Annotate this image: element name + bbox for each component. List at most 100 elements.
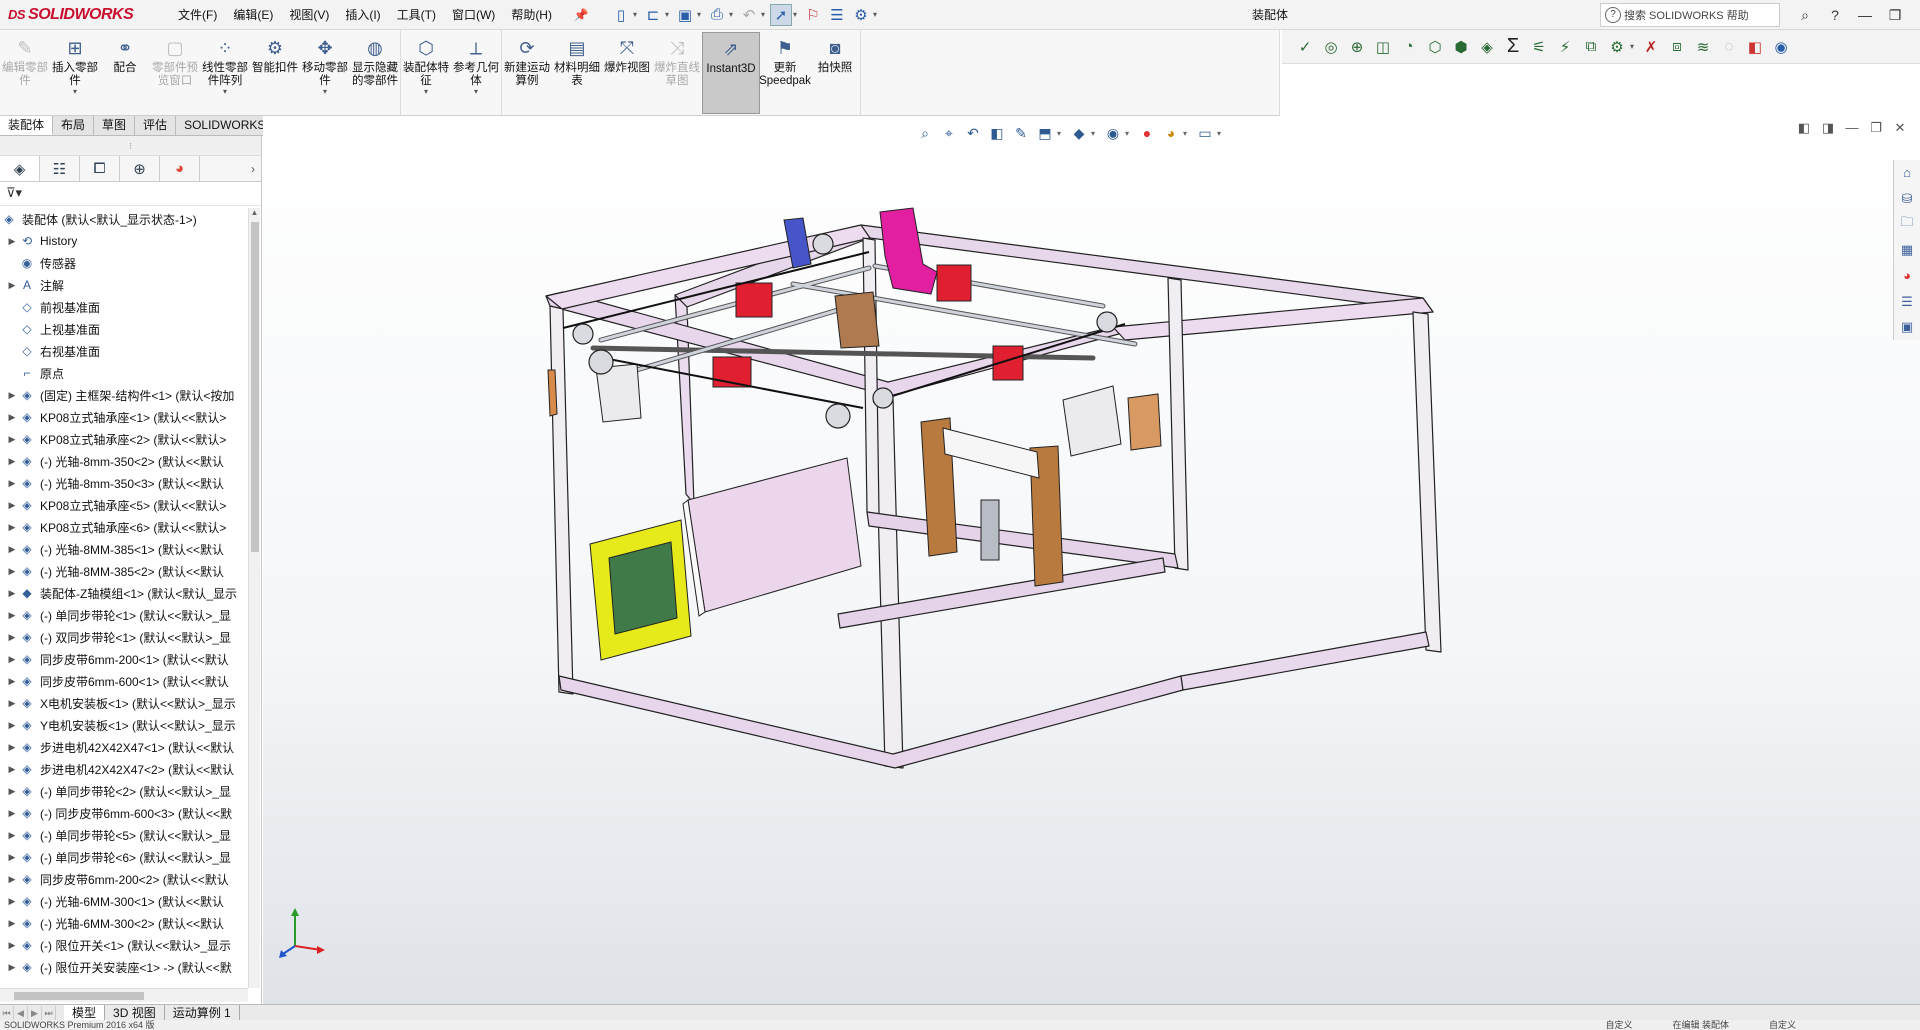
tree-vertical-scrollbar[interactable]: ▲	[248, 208, 260, 988]
expand-arrow-icon[interactable]: ▶	[6, 720, 18, 731]
sum-icon[interactable]: Σ	[1502, 35, 1524, 58]
tree-item[interactable]: ▶ ⟲ History	[0, 230, 248, 252]
menu-item[interactable]: 视图(V)	[281, 0, 337, 30]
tree-item[interactable]: ◇ 右视基准面	[0, 340, 248, 362]
section-properties-icon[interactable]: ⬢	[1450, 36, 1472, 58]
tree-horizontal-scrollbar[interactable]	[0, 988, 248, 1002]
draft-analysis-icon[interactable]: ⚡	[1554, 36, 1576, 58]
expand-arrow-icon[interactable]: ▶	[6, 500, 18, 511]
exploded-view-button[interactable]: ⤧ 爆炸视图	[602, 32, 652, 114]
chevron-right-icon[interactable]: ›	[251, 162, 261, 176]
expand-arrow-icon[interactable]: ▶	[6, 434, 18, 445]
expand-arrow-icon[interactable]: ▶	[6, 830, 18, 841]
print-icon[interactable]: ⎙	[706, 4, 728, 26]
chevron-down-icon[interactable]: ▾	[474, 88, 478, 96]
tree-item[interactable]: ◇ 上视基准面	[0, 318, 248, 340]
expand-arrow-icon[interactable]: ▶	[6, 896, 18, 907]
explode-line-button[interactable]: ⤨ 爆炸直线草图	[652, 32, 702, 114]
rebuild-icon[interactable]: ⚐	[802, 4, 824, 26]
expand-arrow-icon[interactable]: ▶	[6, 962, 18, 973]
chevron-down-icon[interactable]: ▾	[633, 10, 641, 19]
expand-arrow-icon[interactable]: ▶	[6, 522, 18, 533]
menu-item[interactable]: 工具(T)	[389, 0, 444, 30]
filter-icon[interactable]: ⊽▾	[0, 182, 261, 206]
tree-item[interactable]: ▶ ◈ (-) 同步皮带6mm-600<3> (默认<<默	[0, 802, 248, 824]
expand-arrow-icon[interactable]: ▶	[6, 588, 18, 599]
tree-item[interactable]: ▶ ◈ 步进电机42X42X47<2> (默认<<默认	[0, 758, 248, 780]
file-explorer-icon[interactable]: 🗀	[1896, 213, 1918, 235]
expand-arrow-icon[interactable]: ▶	[6, 940, 18, 951]
tree-item[interactable]: ▶ ◈ 同步皮带6mm-600<1> (默认<<默认	[0, 670, 248, 692]
expand-arrow-icon[interactable]: ▶	[6, 698, 18, 709]
status-units[interactable]: 自定义	[1605, 1020, 1632, 1030]
next-tab-icon[interactable]: ▶	[28, 1005, 42, 1020]
chevron-down-icon[interactable]: ▾	[1630, 42, 1638, 51]
expand-arrow-icon[interactable]: ▶	[6, 456, 18, 467]
save-icon[interactable]: ▣	[674, 4, 696, 26]
tree-root[interactable]: ◈ 装配体 (默认<默认_显示状态-1>)	[0, 208, 248, 230]
chevron-down-icon[interactable]: ▾	[793, 10, 801, 19]
zebra-stripes-icon[interactable]: ≋	[1692, 36, 1714, 58]
chevron-down-icon[interactable]: ▾	[873, 10, 881, 19]
tree-item[interactable]: ▶ ◈ (-) 单同步带轮<5> (默认<<默认>_显	[0, 824, 248, 846]
expand-arrow-icon[interactable]: ▶	[6, 632, 18, 643]
deviation-analysis-icon[interactable]: ⧈	[1666, 36, 1688, 58]
bottom-tab[interactable]: 运动算例 1	[165, 1004, 240, 1021]
curvature-icon[interactable]: ◌	[1718, 36, 1740, 58]
assembly-model[interactable]	[263, 116, 1920, 1004]
last-tab-icon[interactable]: ⏭	[42, 1005, 56, 1020]
help-search-input[interactable]: ? 搜索 SOLIDWORKS 帮助	[1600, 3, 1780, 27]
tree-item[interactable]: ▶ ◈ (-) 单同步带轮<6> (默认<<默认>_显	[0, 846, 248, 868]
menu-item[interactable]: 文件(F)	[170, 0, 225, 30]
insert-component-button[interactable]: ⊞ 插入零部件 ▾	[50, 32, 100, 114]
expand-arrow-icon[interactable]: ▶	[6, 566, 18, 577]
tree-item[interactable]: ⌐ 原点	[0, 362, 248, 384]
smart-fastener-button[interactable]: ⚙ 智能扣件	[250, 32, 300, 114]
view-palette-icon[interactable]: ▦	[1896, 239, 1918, 261]
chevron-down-icon[interactable]: ▾	[761, 10, 769, 19]
home-icon[interactable]: ⌂	[1896, 162, 1918, 184]
help-question-icon[interactable]: ?	[1820, 7, 1850, 23]
tree-item[interactable]: ▶ ◈ KP08立式轴承座<5> (默认<<默认>	[0, 494, 248, 516]
assembly-visualization-icon[interactable]: ⚙	[1606, 36, 1628, 58]
tree-item[interactable]: ▶ ◈ (-) 单同步带轮<1> (默认<<默认>_显	[0, 604, 248, 626]
display-manager-tab-icon[interactable]: ◕	[160, 156, 200, 181]
cm-tab[interactable]: 布局	[53, 116, 95, 135]
tree-item[interactable]: ▶ ◈ (-) 限位开关<1> (默认<<默认>_显示	[0, 934, 248, 956]
expand-arrow-icon[interactable]: ▶	[6, 654, 18, 665]
expand-arrow-icon[interactable]: ▶	[6, 478, 18, 489]
expand-arrow-icon[interactable]: ▶	[6, 390, 18, 401]
bottom-tab[interactable]: 3D 视图	[105, 1004, 165, 1021]
forum-icon[interactable]: ▣	[1896, 316, 1918, 338]
feature-tree-tab-icon[interactable]: ◈	[0, 156, 40, 181]
bottom-tab[interactable]: 模型	[64, 1004, 106, 1021]
expand-arrow-icon[interactable]: ▶	[6, 676, 18, 687]
tree-item[interactable]: ▶ A 注解	[0, 274, 248, 296]
tree-item[interactable]: ▶ ◈ (-) 光轴-8mm-350<3> (默认<<默认	[0, 472, 248, 494]
tree-item[interactable]: ▶ ◈ X电机安装板<1> (默认<<默认>_显示	[0, 692, 248, 714]
menu-item[interactable]: 窗口(W)	[444, 0, 503, 30]
cm-tab[interactable]: 草图	[94, 116, 136, 135]
chevron-down-icon[interactable]: ▾	[697, 10, 705, 19]
mate-button[interactable]: ⚭ 配合	[100, 32, 150, 114]
instant3d-button[interactable]: ⇗ Instant3D	[702, 32, 760, 114]
expand-arrow-icon[interactable]: ▶	[6, 918, 18, 929]
compare-documents-icon[interactable]: ⧉	[1580, 36, 1602, 58]
cm-tab[interactable]: 装配体	[0, 116, 54, 135]
speedpak-button[interactable]: ⚑ 更新Speedpak	[759, 32, 811, 114]
tree-item[interactable]: ◉ 传感器	[0, 252, 248, 274]
tree-item[interactable]: ▶ ◈ (-) 光轴-6MM-300<1> (默认<<默认	[0, 890, 248, 912]
expand-arrow-icon[interactable]: ▶	[6, 544, 18, 555]
h-scrollbar-thumb[interactable]	[14, 992, 144, 1000]
tree-item[interactable]: ▶ ◈ KP08立式轴承座<2> (默认<<默认>	[0, 428, 248, 450]
property-manager-tab-icon[interactable]: ☷	[40, 156, 80, 181]
dimxpert-tab-icon[interactable]: ⊕	[120, 156, 160, 181]
expand-arrow-icon[interactable]: ▶	[6, 786, 18, 797]
menu-item[interactable]: 帮助(H)	[503, 0, 560, 30]
edit-component-button[interactable]: ✎ 编辑零部件	[0, 32, 50, 114]
tree-item[interactable]: ▶ ◈ (-) 双同步带轮<1> (默认<<默认>_显	[0, 626, 248, 648]
close-icon[interactable]: ✕	[1910, 7, 1920, 24]
expand-arrow-icon[interactable]: ▶	[6, 852, 18, 863]
configuration-manager-tab-icon[interactable]: ⧠	[80, 156, 120, 181]
expand-arrow-icon[interactable]: ▶	[6, 412, 18, 423]
